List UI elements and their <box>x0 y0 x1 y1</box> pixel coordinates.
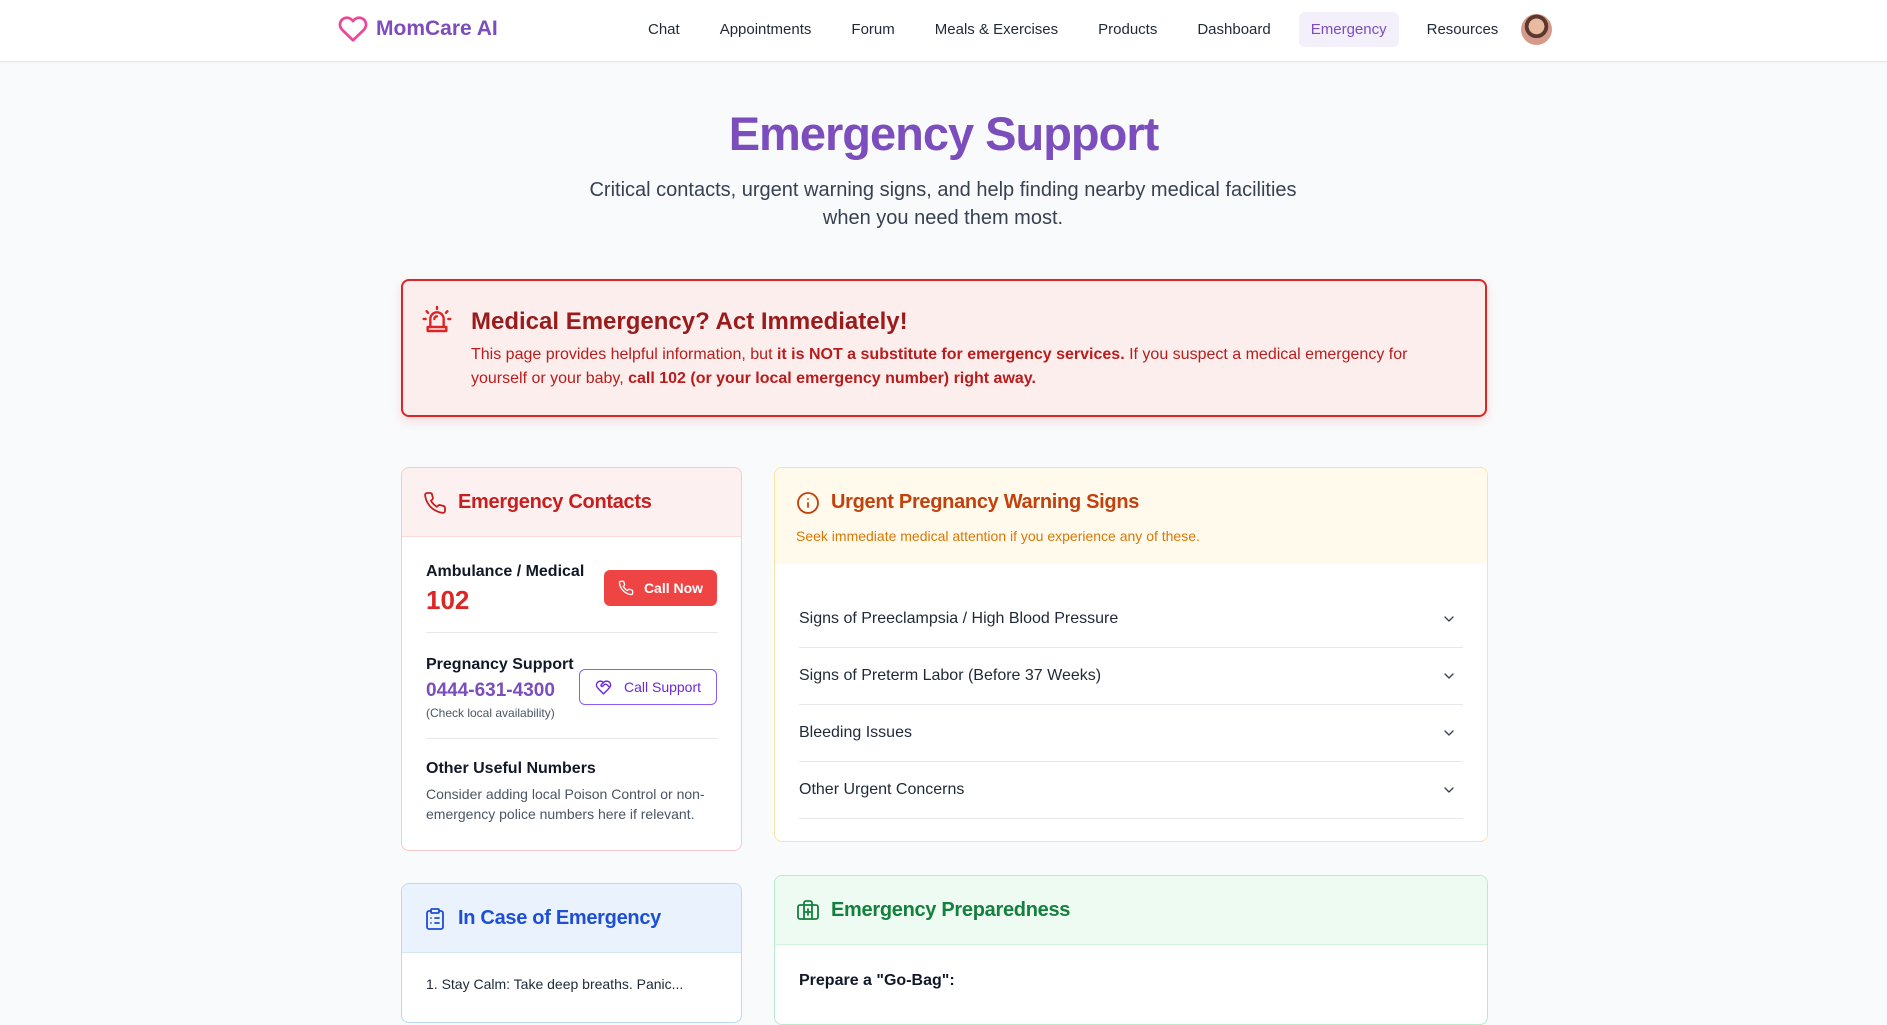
nav-chat[interactable]: Chat <box>636 12 692 47</box>
heart-icon <box>338 16 368 42</box>
phone-icon <box>424 492 446 514</box>
nav-links: Chat Appointments Forum Meals & Exercise… <box>636 12 1526 47</box>
accordion-label: Bleeding Issues <box>799 724 912 741</box>
alert-text-bold: call 102 (or your local emergency number… <box>628 370 1036 387</box>
emergency-step: 1. Stay Calm: Take deep breaths. Panic..… <box>426 976 684 992</box>
page-title: Emergency Support <box>728 107 1160 160</box>
nav-forum[interactable]: Forum <box>839 12 906 47</box>
warning-signs-card: Urgent Pregnancy Warning Signs Seek imme… <box>774 467 1488 842</box>
card-header: Emergency Contacts <box>402 468 741 537</box>
button-label: Call Now <box>643 580 704 596</box>
alert-text: This page provides helpful information, … <box>471 346 777 363</box>
alert-title: Medical Emergency? Act Immediately! <box>471 308 908 335</box>
chevron-down-icon <box>1444 787 1454 793</box>
card-title: Emergency Preparedness <box>831 899 1071 921</box>
accordion-label: Other Urgent Concerns <box>799 781 965 798</box>
nav-meals-exercises[interactable]: Meals & Exercises <box>923 12 1070 47</box>
contact-description: Consider adding local Poison Control or … <box>426 786 705 822</box>
contact-other: Other Useful Numbers Consider adding loc… <box>426 760 718 824</box>
nav-appointments[interactable]: Appointments <box>708 12 824 47</box>
accordion-label: Signs of Preterm Labor (Before 37 Weeks) <box>799 667 1102 684</box>
alert-text-bold: it is NOT a substitute for emergency ser… <box>776 346 1125 363</box>
nav-products[interactable]: Products <box>1086 12 1169 47</box>
section-subtitle: Prepare a "Go-Bag": <box>799 972 955 989</box>
card-header: Urgent Pregnancy Warning Signs Seek imme… <box>775 468 1487 564</box>
emergency-alert: Medical Emergency? Act Immediately! This… <box>401 279 1487 417</box>
card-header: In Case of Emergency <box>402 884 741 953</box>
brand-name: MomCare AI <box>376 17 498 40</box>
call-now-button[interactable]: Call Now <box>604 570 717 606</box>
in-case-of-emergency-card: In Case of Emergency 1. Stay Calm: Take … <box>401 883 742 1023</box>
card-title: Emergency Contacts <box>458 491 652 513</box>
alert-body: This page provides helpful information, … <box>471 343 1461 391</box>
clipboard-list-icon <box>426 908 444 930</box>
brand[interactable]: MomCare AI <box>337 14 498 44</box>
accordion-item[interactable]: Other Urgent Concerns <box>799 762 1463 819</box>
nav-emergency[interactable]: Emergency <box>1298 12 1399 47</box>
card-header: Emergency Preparedness <box>775 876 1487 945</box>
chevron-down-icon <box>1444 673 1454 679</box>
first-aid-kit-icon <box>797 900 819 920</box>
chevron-down-icon <box>1444 730 1454 736</box>
button-label: Call Support <box>623 679 702 695</box>
contact-note: (Check local availability) <box>426 706 555 720</box>
accordion-item[interactable]: Signs of Preeclampsia / High Blood Press… <box>799 591 1463 648</box>
card-subtitle: Seek immediate medical attention if you … <box>796 528 1200 544</box>
accordion-item[interactable]: Signs of Preterm Labor (Before 37 Weeks) <box>799 648 1463 705</box>
accordion-item[interactable]: Bleeding Issues <box>799 705 1463 762</box>
avatar[interactable] <box>1521 14 1552 45</box>
emergency-contacts-card: Emergency Contacts Ambulance / Medical 1… <box>401 467 742 851</box>
accordion-label: Signs of Preeclampsia / High Blood Press… <box>799 610 1119 627</box>
nav-resources[interactable]: Resources <box>1415 12 1511 47</box>
top-nav: MomCare AI Chat Appointments Forum Meals… <box>0 0 1887 62</box>
siren-icon <box>422 305 452 333</box>
page-subtitle: Critical contacts, urgent warning signs,… <box>589 179 1297 229</box>
nav-dashboard[interactable]: Dashboard <box>1185 12 1282 47</box>
phone-icon <box>618 580 634 596</box>
call-support-button[interactable]: Call Support <box>579 669 717 705</box>
emergency-preparedness-card: Emergency Preparedness Prepare a "Go-Bag… <box>774 875 1488 1025</box>
card-title: Urgent Pregnancy Warning Signs <box>831 491 1140 513</box>
contact-label: Other Useful Numbers <box>426 760 596 777</box>
card-title: In Case of Emergency <box>458 907 661 929</box>
divider <box>426 632 718 633</box>
divider <box>426 738 718 739</box>
info-icon <box>797 492 819 514</box>
heart-handshake-icon <box>595 679 612 695</box>
chevron-down-icon <box>1444 616 1454 622</box>
